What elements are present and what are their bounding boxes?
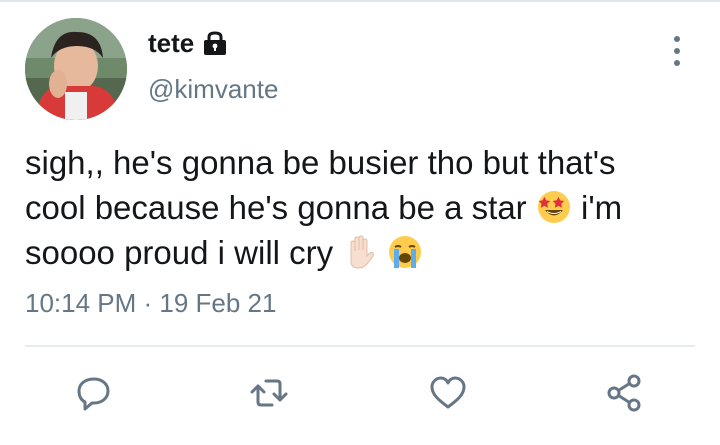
like-button[interactable]	[427, 372, 469, 414]
raised-hand-emoji-icon	[342, 234, 378, 270]
tweet-text-segment: soooo proud i will cry	[25, 234, 334, 271]
divider	[25, 345, 695, 347]
share-icon	[607, 374, 641, 412]
share-button[interactable]	[604, 372, 646, 414]
display-name[interactable]: tete	[148, 28, 228, 59]
tweet-text-line: cool because he's gonna be a star i'm	[25, 185, 705, 230]
more-vertical-icon	[674, 36, 680, 42]
lock-icon	[202, 30, 228, 57]
heart-icon	[430, 376, 466, 409]
retweet-icon	[250, 379, 288, 407]
more-options-button[interactable]	[664, 36, 690, 66]
tweet-timestamp[interactable]: 10:14 PM · 19 Feb 21	[25, 288, 276, 319]
user-handle[interactable]: @kimvante	[148, 74, 278, 105]
more-dot	[674, 60, 680, 66]
tweet-text: sigh,, he's gonna be busier tho but that…	[25, 140, 705, 275]
avatar[interactable]	[25, 18, 127, 120]
reply-icon	[77, 377, 110, 411]
tweet-text-line: sigh,, he's gonna be busier tho but that…	[25, 144, 616, 181]
loudly-crying-emoji-icon	[387, 234, 423, 270]
tweet-text-segment: cool because he's gonna be a star	[25, 189, 527, 226]
reply-button[interactable]	[73, 372, 115, 414]
star-struck-emoji-icon	[536, 189, 572, 225]
tweet-text-line: soooo proud i will cry	[25, 230, 705, 275]
display-name-text: tete	[148, 28, 195, 58]
retweet-button[interactable]	[248, 372, 290, 414]
more-dot	[674, 48, 680, 54]
tweet-text-segment: i'm	[581, 189, 623, 226]
tweet-card: tete @kimvante sigh,, he's gonna be busi…	[0, 0, 720, 445]
